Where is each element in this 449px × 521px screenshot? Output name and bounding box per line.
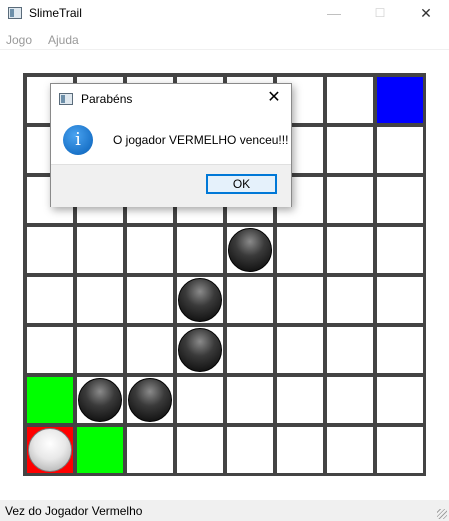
board-cell[interactable] (377, 227, 423, 273)
board-cell[interactable] (277, 427, 323, 473)
black-piece (178, 278, 222, 322)
status-text: Vez do Jogador Vermelho (5, 504, 143, 518)
board-cell[interactable] (327, 127, 373, 173)
board-cell[interactable] (227, 327, 273, 373)
board-cell[interactable] (127, 227, 173, 273)
board-cell[interactable] (127, 377, 173, 423)
dialog-app-icon (59, 93, 73, 105)
board-cell[interactable] (227, 227, 273, 273)
board-cell[interactable] (27, 277, 73, 323)
board-cell[interactable] (277, 377, 323, 423)
board-cell[interactable] (377, 177, 423, 223)
board-cell[interactable] (377, 77, 423, 123)
menu-ajuda[interactable]: Ajuda (48, 33, 79, 47)
board-cell[interactable] (127, 277, 173, 323)
board-cell[interactable] (127, 327, 173, 373)
board-cell[interactable] (327, 377, 373, 423)
black-piece (178, 328, 222, 372)
board-cell[interactable] (127, 427, 173, 473)
board-cell[interactable] (227, 427, 273, 473)
congrats-dialog: Parabéns ✕ i O jogador VERMELHO venceu!!… (50, 83, 292, 207)
maximize-icon[interactable]: ☐ (357, 0, 403, 29)
dialog-message: O jogador VERMELHO venceu!!! (113, 133, 289, 147)
black-piece (78, 378, 122, 422)
info-icon: i (63, 125, 93, 155)
board-cell[interactable] (227, 277, 273, 323)
dialog-footer: OK (51, 164, 291, 207)
board-cell[interactable] (27, 227, 73, 273)
window-title: SlimeTrail (29, 6, 82, 20)
board-cell[interactable] (77, 377, 123, 423)
board-cell[interactable] (377, 377, 423, 423)
board-cell[interactable] (77, 227, 123, 273)
board-cell[interactable] (377, 327, 423, 373)
minimize-icon[interactable]: — (311, 0, 357, 29)
menu-bar: Jogo Ajuda (0, 30, 449, 50)
board-cell[interactable] (27, 327, 73, 373)
board-cell[interactable] (177, 277, 223, 323)
board-cell[interactable] (77, 327, 123, 373)
board-cell[interactable] (327, 327, 373, 373)
menu-divider (0, 49, 449, 50)
board-cell[interactable] (327, 77, 373, 123)
board-cell[interactable] (177, 427, 223, 473)
resize-grip-icon[interactable] (437, 509, 447, 519)
board-cell[interactable] (177, 377, 223, 423)
board-cell[interactable] (277, 277, 323, 323)
dialog-close-icon[interactable]: ✕ (263, 88, 285, 108)
dialog-titlebar: Parabéns ✕ (51, 84, 291, 114)
board-cell[interactable] (327, 427, 373, 473)
board-cell[interactable] (177, 327, 223, 373)
board-cell[interactable] (377, 277, 423, 323)
board-cell[interactable] (27, 427, 73, 473)
board-cell[interactable] (277, 227, 323, 273)
close-icon[interactable]: ✕ (403, 0, 449, 29)
board-cell[interactable] (27, 377, 73, 423)
board-cell[interactable] (227, 377, 273, 423)
board-cell[interactable] (377, 127, 423, 173)
app-icon (8, 7, 22, 19)
board-cell[interactable] (377, 427, 423, 473)
menu-jogo[interactable]: Jogo (6, 33, 32, 47)
board-cell[interactable] (277, 327, 323, 373)
window-titlebar: SlimeTrail — ☐ ✕ (0, 0, 449, 29)
board-cell[interactable] (177, 227, 223, 273)
board-cell[interactable] (327, 227, 373, 273)
board-cell[interactable] (327, 277, 373, 323)
status-bar: Vez do Jogador Vermelho (0, 500, 449, 521)
dialog-title: Parabéns (81, 92, 133, 106)
board-cell[interactable] (77, 427, 123, 473)
board-cell[interactable] (327, 177, 373, 223)
white-piece (28, 428, 72, 472)
board-cell[interactable] (77, 277, 123, 323)
black-piece (128, 378, 172, 422)
ok-button[interactable]: OK (206, 174, 277, 194)
black-piece (228, 228, 272, 272)
